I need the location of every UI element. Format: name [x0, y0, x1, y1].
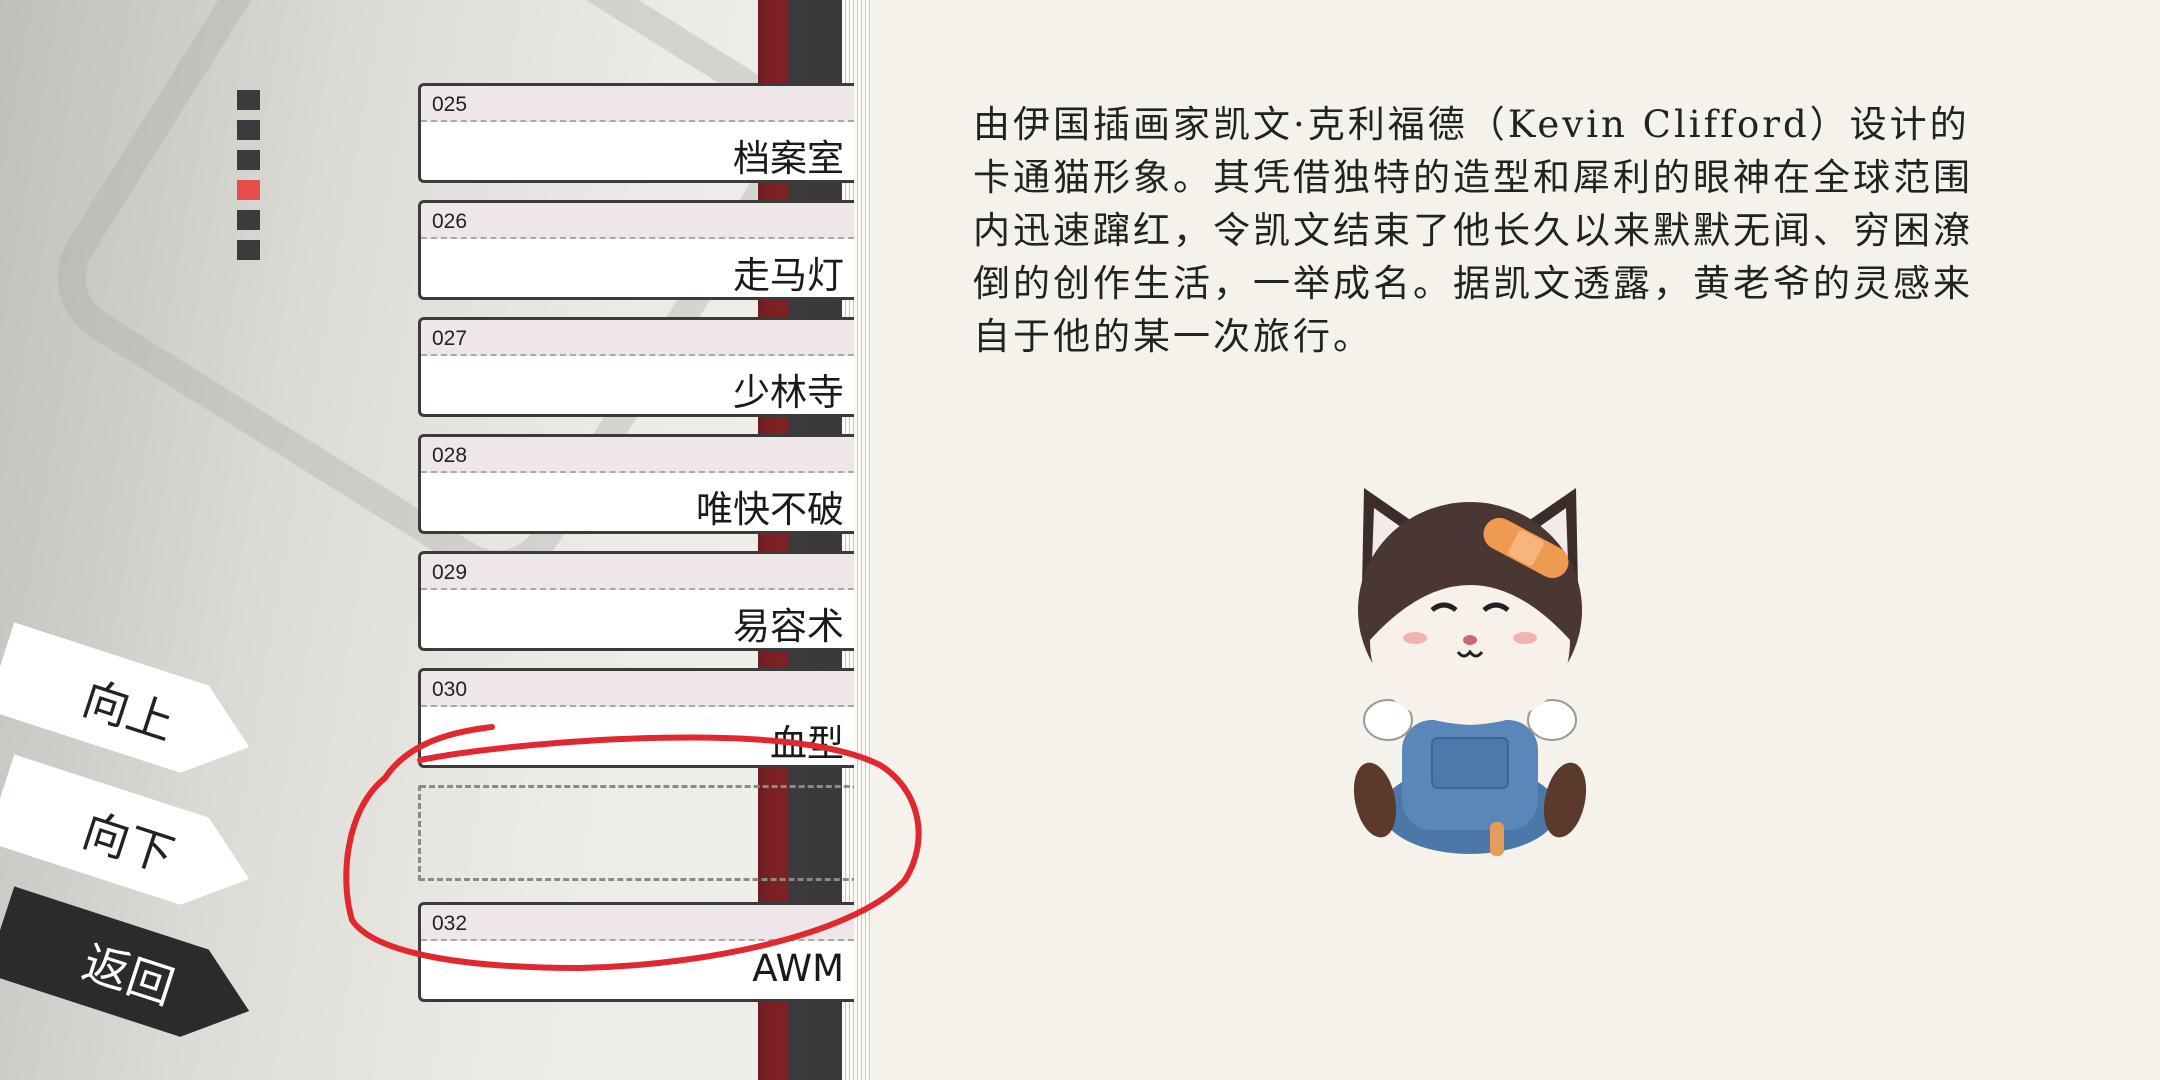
page-dot-active [237, 180, 260, 200]
item-number: 030 [432, 678, 468, 701]
item-name: 少林寺 [733, 371, 844, 414]
page-dot [237, 240, 260, 260]
list-item-locked [418, 785, 854, 881]
cartoon-cat-icon [1353, 488, 1587, 856]
page-dot [237, 150, 260, 170]
page-dot [237, 90, 260, 110]
scroll-down-label: 向下 [76, 802, 181, 883]
list-item[interactable]: 028 唯快不破 [418, 434, 854, 534]
list-item-header: 027 [421, 320, 854, 356]
list-item[interactable]: 025 档案室 [418, 83, 854, 183]
list-item-header: 028 [421, 437, 854, 473]
scroll-up-label: 向上 [76, 670, 181, 751]
page-dot [237, 120, 260, 140]
item-number: 028 [432, 444, 468, 467]
item-name: 档案室 [733, 137, 844, 180]
list-item[interactable]: 030 血型 [418, 668, 854, 768]
list-item[interactable]: 032 AWM [418, 902, 854, 1002]
item-number: 029 [432, 561, 468, 584]
page-dot [237, 210, 260, 230]
item-number: 025 [432, 93, 468, 116]
list-item[interactable]: 027 少林寺 [418, 317, 854, 417]
item-name: 易容术 [733, 605, 844, 648]
item-number: 032 [432, 912, 468, 935]
item-name: AWM [752, 947, 844, 990]
list-item-header: 032 [421, 905, 854, 941]
list-item[interactable]: 026 走马灯 [418, 200, 854, 300]
item-name: 唯快不破 [696, 488, 844, 531]
list-item-header: 026 [421, 203, 854, 239]
item-number: 027 [432, 327, 468, 350]
item-description: 由伊国插画家凯文·克利福德（Kevin Clifford）设计的卡通猫形象。其凭… [973, 103, 1973, 358]
list-item-header: 029 [421, 554, 854, 590]
list-item-header: 030 [421, 671, 854, 707]
list-item[interactable]: 029 易容术 [418, 551, 854, 651]
item-name: 血型 [770, 722, 844, 765]
back-label: 返回 [76, 934, 181, 1015]
page-indicator [237, 90, 261, 270]
item-name: 走马灯 [733, 254, 844, 297]
list-item-header: 025 [421, 86, 854, 122]
item-number: 026 [432, 210, 468, 233]
